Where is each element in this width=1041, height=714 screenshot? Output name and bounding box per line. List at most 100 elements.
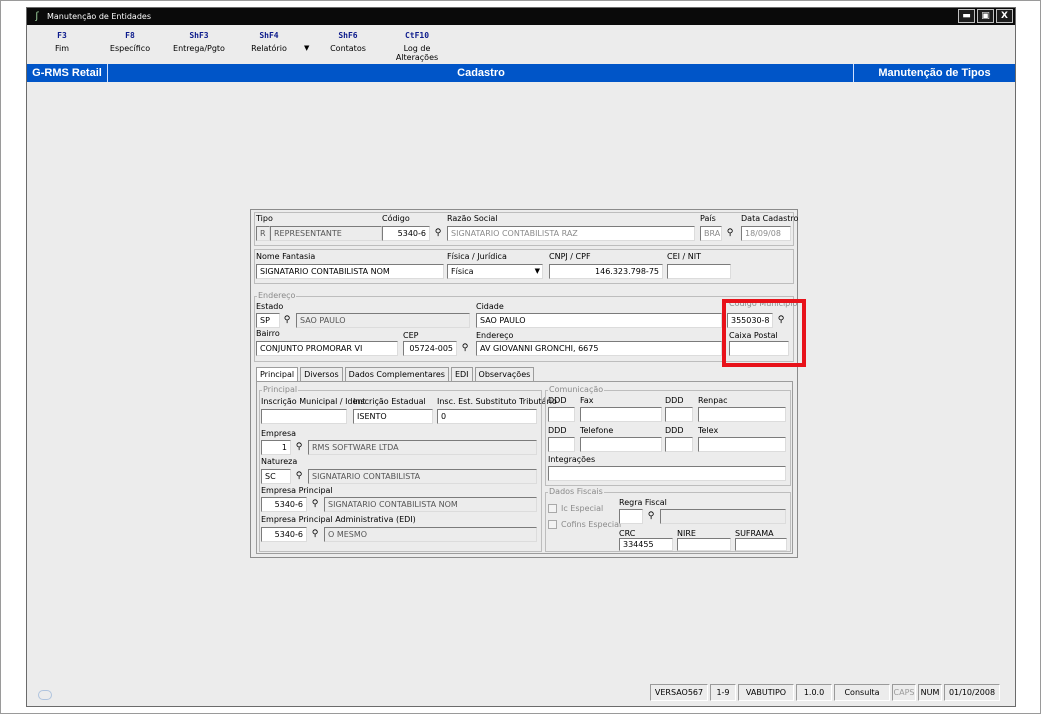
ddd-label: DDD [665, 396, 684, 405]
status-version: VERSAO567 [650, 684, 708, 701]
telex-ddd-field[interactable] [665, 437, 693, 452]
empresa-principal-code-field[interactable]: 5340-6 [261, 497, 307, 512]
toolbar-log-button[interactable]: CtF10 Log de Alterações [382, 31, 452, 62]
estado-code-field[interactable]: SP [256, 313, 280, 328]
empresa-name-field: RMS SOFTWARE LTDA [308, 440, 537, 455]
nome-fantasia-label: Nome Fantasia [256, 252, 316, 261]
chevron-down-icon[interactable]: ▼ [535, 265, 540, 278]
binoculars-icon[interactable]: ⚲ [280, 313, 294, 328]
binoculars-icon[interactable]: ⚲ [292, 440, 306, 455]
tab-observacoes[interactable]: Observações [474, 367, 535, 382]
telex-label: Telex [698, 426, 719, 435]
nome-fantasia-field[interactable]: SIGNATARIO CONTABILISTA NOM [256, 264, 444, 279]
cep-field[interactable]: 05724-005 [403, 341, 457, 356]
toolbar-key: ShF6 [338, 31, 358, 40]
nire-field[interactable] [677, 538, 731, 551]
binoculars-icon[interactable]: ⚲ [723, 226, 737, 241]
tipo-label: Tipo [256, 214, 273, 223]
header-bar: G-RMS Retail Cadastro Manutenção de Tipo… [27, 64, 1015, 82]
tab-diversos[interactable]: Diversos [300, 367, 343, 382]
binoculars-icon[interactable]: ⚲ [644, 509, 658, 524]
tab-dados-complementares[interactable]: Dados Complementares [344, 367, 449, 382]
estado-name-field: SAO PAULO [296, 313, 470, 328]
toolbar-relatorio-button[interactable]: ShF4 Relatório [234, 31, 304, 53]
toolbar-especifico-button[interactable]: F8 Específico [95, 31, 165, 53]
renpac-label: Renpac [698, 396, 728, 405]
razao-social-field[interactable]: SIGNATARIO CONTABILISTA RAZ [447, 226, 695, 241]
fisica-juridica-value: Física [451, 267, 474, 276]
codigo-label: Código [382, 214, 410, 223]
header-app-name: G-RMS Retail [27, 64, 108, 82]
toolbar-label: Relatório [251, 44, 287, 53]
regra-fiscal-code-field[interactable] [619, 509, 643, 524]
cofins-especial-checkbox[interactable] [548, 520, 557, 529]
pais-field[interactable]: BRA [700, 226, 722, 241]
crc-field[interactable]: 334455 [619, 538, 673, 551]
fisica-juridica-label: Física / Jurídica [447, 252, 507, 261]
window-title: Manutenção de Entidades [47, 12, 151, 21]
insc-substituto-label: Insc. Est. Substituto Tributário [437, 397, 557, 406]
cnpj-cpf-label: CNPJ / CPF [549, 252, 591, 261]
toolbar: F3 Fim F8 Específico ShF3 Entrega/Pgto S… [27, 25, 1015, 64]
header-title: Cadastro [457, 67, 505, 79]
endereco-label: Endereço [476, 331, 514, 340]
close-button[interactable]: X [996, 9, 1013, 23]
endereco-field[interactable]: AV GIOVANNI GRONCHI, 6675 [476, 341, 722, 356]
toolbar-label: Log de Alterações [395, 44, 439, 62]
empresa-principal-adm-name-field: O MESMO [324, 527, 537, 542]
tipo-code-field[interactable]: R [256, 226, 270, 241]
status-range: 1-9 [710, 684, 736, 701]
renpac-ddd-field[interactable] [665, 407, 693, 422]
toolbar-key: F3 [57, 31, 67, 40]
suframa-field[interactable] [735, 538, 787, 551]
ddd-label: DDD [665, 426, 684, 435]
integracoes-label: Integrações [548, 455, 596, 464]
natureza-code-field[interactable]: SC [261, 469, 291, 484]
toolbar-contatos-button[interactable]: ShF6 Contatos [313, 31, 383, 53]
tab-edi[interactable]: EDI [450, 367, 473, 382]
dropdown-arrow-icon[interactable]: ▼ [304, 44, 309, 52]
status-num: NUM [918, 684, 942, 701]
regra-fiscal-name-field [660, 509, 786, 524]
bairro-field[interactable]: CONJUNTO PROMORAR VI [256, 341, 398, 356]
toolbar-entrega-button[interactable]: ShF3 Entrega/Pgto [164, 31, 234, 53]
cnpj-cpf-field[interactable]: 146.323.798-75 [549, 264, 663, 279]
ddd-label: DDD [548, 426, 567, 435]
fax-field[interactable] [580, 407, 662, 422]
pais-label: País [700, 214, 716, 223]
binoculars-icon[interactable]: ⚲ [431, 226, 445, 241]
status-bar: VERSAO567 1-9 VABUTIPO 1.0.0 Consulta CA… [27, 676, 1015, 706]
telefone-ddd-field[interactable] [548, 437, 575, 452]
telefone-field[interactable] [580, 437, 662, 452]
cep-label: CEP [403, 331, 419, 340]
toolbar-label: Específico [109, 44, 151, 53]
codigo-field[interactable]: 5340-6 [382, 226, 430, 241]
data-cadastro-label: Data Cadastro [741, 214, 799, 223]
ic-especial-checkbox[interactable] [548, 504, 557, 513]
renpac-field[interactable] [698, 407, 786, 422]
empresa-principal-adm-code-field[interactable]: 5340-6 [261, 527, 307, 542]
binoculars-icon[interactable]: ⚲ [308, 527, 322, 542]
restore-button[interactable]: ▣ [977, 9, 994, 23]
insc-substituto-field[interactable]: 0 [437, 409, 537, 424]
tab-principal[interactable]: Principal [256, 367, 299, 382]
empresa-code-field[interactable]: 1 [261, 440, 291, 455]
binoculars-icon[interactable]: ⚲ [308, 497, 322, 512]
inscricao-estadual-field[interactable]: ISENTO [353, 409, 433, 424]
toolbar-label: Fim [54, 44, 70, 53]
binoculars-icon[interactable]: ⚲ [292, 469, 306, 484]
toolbar-fim-button[interactable]: F3 Fim [27, 31, 97, 53]
empresa-principal-label: Empresa Principal [261, 486, 333, 495]
inscricao-municipal-field[interactable] [261, 409, 347, 424]
status-program: VABUTIPO [738, 684, 794, 701]
minimize-button[interactable]: ▬ [958, 9, 975, 23]
cei-nit-field[interactable] [667, 264, 731, 279]
data-cadastro-field[interactable]: 18/09/08 [741, 226, 791, 241]
telex-field[interactable] [698, 437, 786, 452]
binoculars-icon[interactable]: ⚲ [458, 341, 472, 356]
integracoes-field[interactable] [548, 466, 786, 481]
fisica-juridica-select[interactable]: Física ▼ [447, 264, 543, 279]
fax-ddd-field[interactable] [548, 407, 575, 422]
bairro-label: Bairro [256, 329, 280, 338]
cidade-field[interactable]: SAO PAULO [476, 313, 722, 328]
